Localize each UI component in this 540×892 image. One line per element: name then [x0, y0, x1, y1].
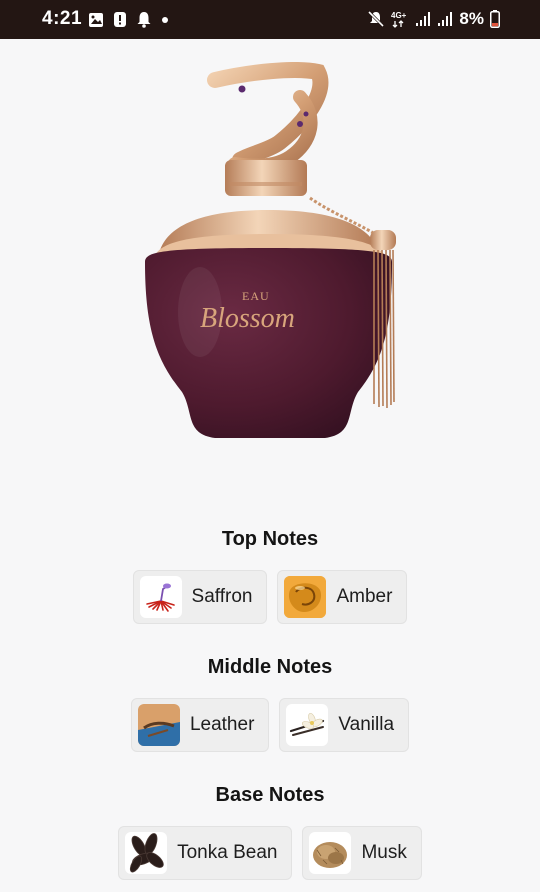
alert-icon	[114, 12, 126, 27]
battery-icon	[490, 10, 500, 28]
dot-icon	[162, 16, 168, 23]
svg-text:4G+: 4G+	[391, 11, 407, 20]
middle-notes-row: Leather Vanilla	[0, 698, 540, 752]
mute-icon	[368, 10, 385, 28]
signal-icon	[438, 12, 453, 26]
battery-percent: 8%	[459, 9, 484, 28]
bottle-label-eau: EAU	[242, 289, 270, 303]
notification-icons	[88, 11, 169, 28]
amber-image	[284, 576, 327, 618]
top-notes-title: Top Notes	[221, 528, 319, 550]
perfume-bottle-image: EAU Blossom	[145, 62, 396, 438]
status-time: 4:21	[42, 8, 83, 29]
base-notes-title: Base Notes	[215, 784, 325, 806]
vanilla-image	[286, 704, 329, 746]
note-chip-amber[interactable]: Amber	[277, 570, 408, 624]
note-label: Tonka Bean	[177, 842, 278, 863]
leather-image	[137, 704, 180, 746]
note-chip-tonka-bean[interactable]: Tonka Bean	[118, 826, 293, 880]
bottle-label-blossom: Blossom	[200, 303, 295, 334]
base-notes-row: Tonka Bean Musk	[0, 826, 540, 880]
saffron-image	[139, 576, 182, 618]
note-chip-leather[interactable]: Leather	[130, 698, 270, 752]
note-chip-saffron[interactable]: Saffron	[132, 570, 268, 624]
middle-notes-title: Middle Notes	[207, 656, 333, 678]
note-chip-vanilla[interactable]: Vanilla	[279, 698, 410, 752]
note-label: Leather	[189, 714, 255, 735]
note-label: Saffron	[191, 586, 253, 607]
system-icons: 4G+ 8%	[367, 9, 500, 29]
top-notes-row: Saffron Amber	[0, 570, 540, 624]
4g-icon: 4G+	[391, 11, 407, 28]
note-label: Amber	[336, 586, 393, 607]
note-label: Vanilla	[338, 714, 395, 735]
bell-icon	[137, 12, 151, 28]
status-bar: 4:21 4G+ 8%	[0, 0, 540, 39]
note-chip-musk[interactable]: Musk	[302, 826, 422, 880]
note-label: Musk	[361, 842, 407, 863]
signal-icon	[416, 12, 431, 26]
musk-image	[309, 832, 352, 874]
tonka-bean-image	[125, 832, 168, 874]
image-icon	[89, 12, 103, 27]
